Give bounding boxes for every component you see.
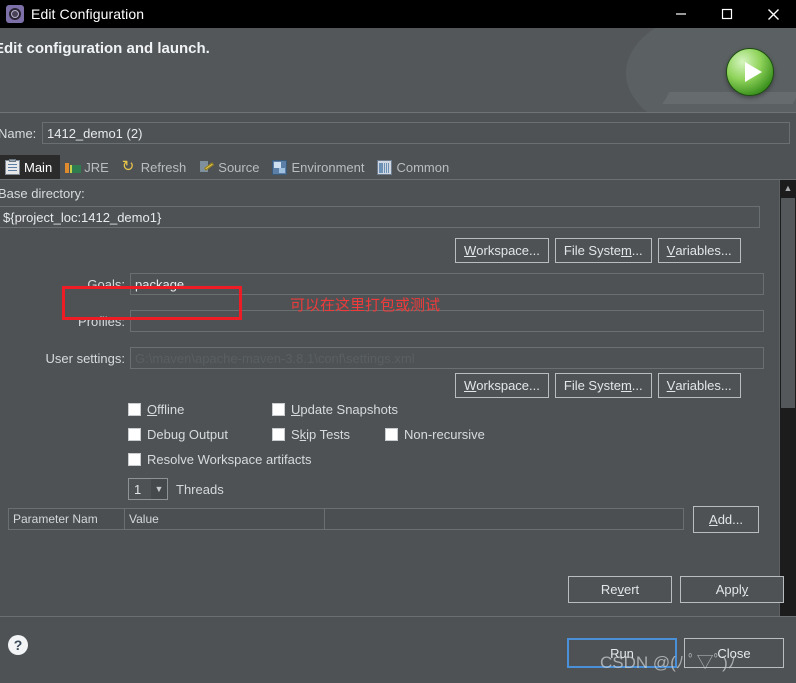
tab-source[interactable]: Source [194,155,267,179]
name-input[interactable]: 1412_demo1 (2) [42,122,790,144]
base-directory-buttons: Workspace... File Syste m... Variables... [455,238,741,263]
close-icon[interactable] [750,0,796,28]
file-system-button-1[interactable]: File Syste m... [554,238,652,263]
user-settings-input[interactable]: G:\maven\apache-maven-3.8.1\conf\setting… [130,347,764,369]
tab-environment-label: Environment [291,159,365,175]
column-header-parameter-name[interactable]: Parameter Nam [9,509,125,529]
dialog-header: Edit configuration and launch. [0,28,796,113]
chevron-down-icon[interactable]: ▼ [151,479,167,499]
tab-refresh-label: Refresh [140,159,187,175]
close-button[interactable]: Close [684,638,784,668]
threads-spinner[interactable]: 1 ▼ [128,478,168,500]
name-label: Name: [0,125,37,141]
user-settings-buttons: Workspace... File Syste m... Variables... [455,373,741,398]
checkbox-debug-output[interactable]: Debug Output [128,427,228,442]
checkbox-resolve-workspace-artifacts[interactable]: Resolve Workspace artifacts [128,452,312,467]
refresh-tab-icon [122,157,137,175]
skip-tests-checkbox-box [272,428,285,441]
scrollbar-thumb[interactable] [781,198,795,408]
tab-refresh[interactable]: Refresh [117,155,195,179]
run-play-icon [726,48,774,96]
variables-button-2[interactable]: Variables... [657,373,741,398]
tab-common-label: Common [396,159,450,175]
scroll-up-icon[interactable]: ▲ [780,180,796,196]
gear-config-icon [6,5,24,23]
column-header-extra[interactable] [325,509,683,529]
user-settings-label: User settings: [45,351,125,366]
base-directory-label: Base directory: [0,186,85,201]
threads-row: 1 ▼ Threads [128,478,224,500]
resolve-workspace-label: Resolve Workspace artifacts [147,452,312,467]
window-controls [658,0,796,28]
main-tab-panel: Base directory: ${project_loc:1412_demo1… [0,180,779,683]
threads-value: 1 [134,481,142,497]
tab-common[interactable]: Common [372,155,457,179]
minimize-icon[interactable] [658,0,704,28]
update-snapshots-checkbox-box [272,403,285,416]
header-title: Edit configuration and launch. [0,40,210,57]
update-snapshots-label: Update Snapshots [291,402,398,417]
vertical-scrollbar[interactable]: ▲ ▼ [779,180,796,683]
non-recursive-label: Non-recursive [404,427,485,442]
common-tab-icon [377,159,393,175]
resolve-workspace-checkbox-box [128,453,141,466]
main-tab-icon [5,158,20,175]
checkbox-offline[interactable]: Offline [128,402,184,417]
variables-button-1[interactable]: Variables... [657,238,741,263]
revert-button[interactable]: Re v ert [568,576,672,603]
base-directory-input[interactable]: ${project_loc:1412_demo1} [0,206,760,228]
non-recursive-checkbox-box [385,428,398,441]
column-header-value[interactable]: Value [125,509,325,529]
tab-main-label: Main [24,159,53,175]
offline-checkbox-box [128,403,141,416]
workspace-button-2[interactable]: Workspace... [455,373,549,398]
parameters-table-header: Parameter Nam Value [8,508,684,530]
tab-source-label: Source [218,159,260,175]
checkbox-update-snapshots[interactable]: Update Snapshots [272,402,398,417]
skip-tests-label: Skip Tests [291,427,351,442]
help-question-icon[interactable]: ? [8,635,28,655]
debug-output-label: Debug Output [147,427,228,442]
workspace-button-1[interactable]: Workspace... [455,238,549,263]
checkbox-skip-tests[interactable]: Skip Tests [272,427,350,442]
file-system-button-2[interactable]: File Syste m... [554,373,652,398]
tab-environment[interactable]: Environment [267,155,372,179]
goals-label: Goals: [87,277,125,292]
threads-label: Threads [176,481,224,497]
edit-configuration-dialog: Edit Configuration Edit configuration an… [0,0,796,683]
jre-tab-icon [65,160,82,175]
tab-main[interactable]: Main [0,155,61,179]
profiles-label: Profiles: [78,314,125,329]
offline-label: Offline [147,402,185,417]
tab-bar: Main JRE Refresh Source Environment Comm… [0,155,796,180]
source-tab-icon [199,160,214,175]
content-area: Base directory: ${project_loc:1412_demo1… [0,180,796,683]
debug-output-checkbox-box [128,428,141,441]
annotation-text: 可以在这里打包或测试 [290,297,441,314]
tab-jre-label: JRE [84,159,109,175]
title-bar: Edit Configuration [0,0,796,28]
environment-tab-icon [272,159,288,175]
name-row: Name: 1412_demo1 (2) [0,117,796,149]
run-button[interactable]: Run [567,638,677,668]
goals-input[interactable]: package [130,273,764,295]
apply-button[interactable]: Appl y [680,576,784,603]
profiles-input[interactable] [130,310,764,332]
add-parameter-button[interactable]: Add... [693,506,759,533]
tab-jre[interactable]: JRE [60,155,117,179]
checkbox-non-recursive[interactable]: Non-recursive [385,427,485,442]
maximize-icon[interactable] [704,0,750,28]
window-title: Edit Configuration [31,6,145,22]
